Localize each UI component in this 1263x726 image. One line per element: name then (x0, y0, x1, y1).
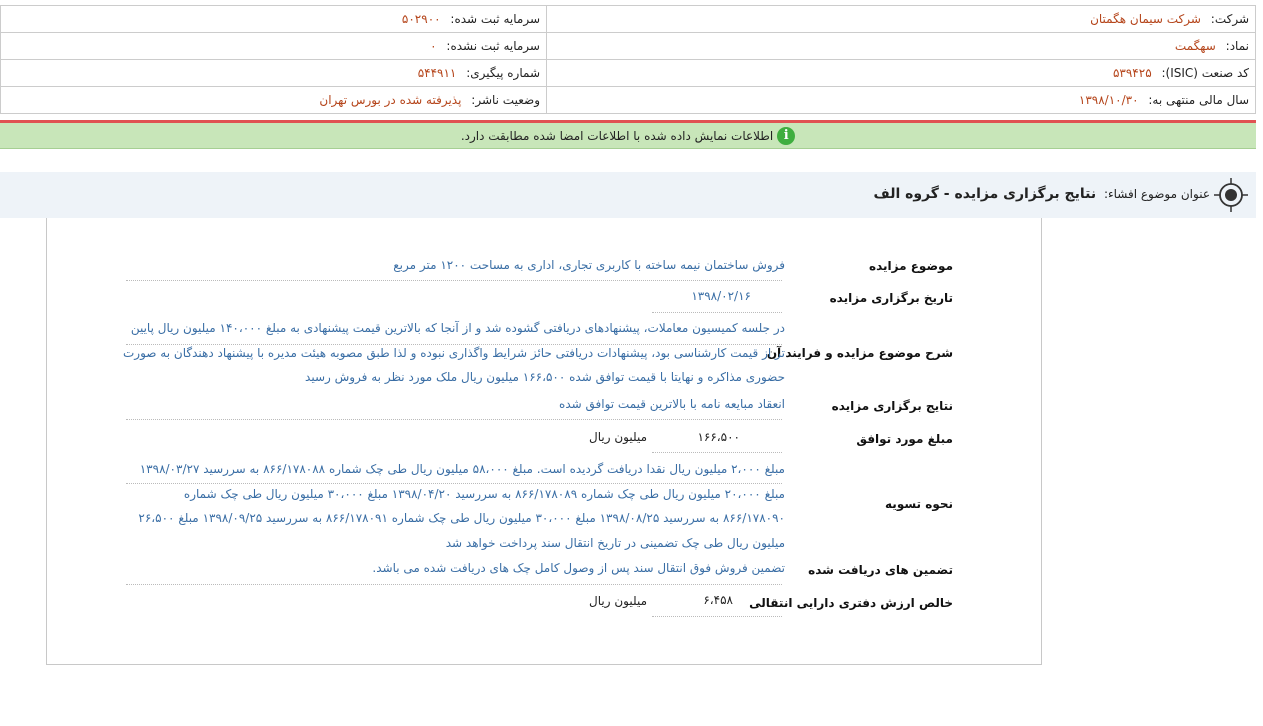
symbol-value[interactable]: سهگمت (1175, 39, 1216, 53)
info-row: کد صنعت (ISIC): ۵۳۹۴۲۵ شماره پیگیری: ۵۴۴… (0, 59, 1256, 87)
book-value: ۶،۴۵۸ (703, 593, 733, 607)
field-underline (126, 418, 782, 420)
symbol-label: نماد: (1225, 39, 1249, 53)
guarantee-label: تضمین های دریافت شده (808, 563, 953, 577)
info-row: شرکت: شرکت سیمان هگمتان سرمایه ثبت شده: … (0, 5, 1256, 33)
date-label: تاریخ برگزاری مزایده (829, 291, 953, 305)
guarantee-value: تضمین فروش فوق انتقال سند پس از وصول کام… (372, 561, 785, 575)
publisher-value: پذیرفته شده در بورس تهران (319, 93, 462, 107)
info-icon: i (777, 126, 796, 145)
unreg-capital-label: سرمایه ثبت نشده: (446, 39, 540, 53)
title-label: عنوان موضوع افشاء: (1103, 187, 1210, 201)
info-row: نماد: سهگمت سرمایه ثبت نشده: ۰ (0, 32, 1256, 60)
book-value-unit: میلیون ریال (589, 594, 647, 608)
settlement-value: مبلغ ۲،۰۰۰ میلیون ریال نقدا دریافت گردید… (138, 462, 785, 550)
settlement-label: نحوه تسویه (885, 497, 953, 511)
isic-label: کد صنعت (ISIC): (1161, 66, 1249, 80)
info-row: سال مالی منتهی به: ۱۳۹۸/۱۰/۳۰ وضعیت ناشر… (0, 86, 1256, 114)
subject-label: موضوع مزایده (869, 259, 953, 273)
company-value[interactable]: شرکت سیمان هگمتان (1090, 12, 1201, 26)
amount-unit: میلیون ریال (589, 430, 647, 444)
field-underline (652, 451, 782, 453)
reg-capital-value: ۵۰۲۹۰۰ (401, 12, 441, 26)
company-info-table: شرکت: شرکت سیمان هگمتان سرمایه ثبت شده: … (0, 5, 1256, 114)
target-icon (1214, 178, 1248, 212)
publisher-label: وضعیت ناشر: (471, 93, 540, 107)
desc-label: شرح موضوع مزایده و فرایند آن (766, 346, 953, 360)
isic-cell: کد صنعت (ISIC): ۵۳۹۴۲۵ (546, 59, 1256, 87)
field-underline (652, 311, 782, 313)
unreg-capital-value: ۰ (430, 39, 437, 53)
company-cell: شرکت: شرکت سیمان هگمتان (546, 5, 1256, 33)
result-value: انعقاد مبایعه نامه با بالاترین قیمت تواف… (559, 397, 785, 411)
company-label: شرکت: (1210, 12, 1249, 26)
reg-capital-label: سرمایه ثبت شده: (450, 12, 540, 26)
signature-notice-bar: i اطلاعات نمایش داده شده با اطلاعات امضا… (0, 123, 1256, 149)
tracking-value: ۵۴۴۹۱۱ (417, 66, 457, 80)
field-underline (652, 615, 782, 617)
field-underline (126, 482, 782, 484)
amount-value: ۱۶۶،۵۰۰ (697, 430, 740, 444)
fiscal-value: ۱۳۹۸/۱۰/۳۰ (1078, 93, 1139, 107)
desc-value: در جلسه کمیسیون معاملات، پیشنهادهای دریا… (123, 321, 785, 384)
amount-label: مبلغ مورد توافق (856, 432, 953, 446)
date-value: ۱۳۹۸/۰۲/۱۶ (691, 289, 751, 303)
field-underline (126, 343, 782, 345)
symbol-cell: نماد: سهگمت (546, 32, 1256, 60)
title-value: نتایج برگزاری مزایده - گروه الف (873, 186, 1097, 202)
subject-value: فروش ساختمان نیمه ساخته با کاربری تجاری،… (393, 258, 785, 272)
title-bar: عنوان موضوع افشاء: نتایج برگزاری مزایده … (0, 172, 1256, 218)
page-title: عنوان موضوع افشاء: نتایج برگزاری مزایده … (874, 186, 1210, 202)
book-value-label: خالص ارزش دفتری دارایی انتقالی (749, 596, 953, 610)
notice-text: اطلاعات نمایش داده شده با اطلاعات امضا ش… (460, 128, 774, 143)
field-underline (126, 279, 782, 281)
publisher-cell: وضعیت ناشر: پذیرفته شده در بورس تهران (0, 86, 547, 114)
fiscal-cell: سال مالی منتهی به: ۱۳۹۸/۱۰/۳۰ (546, 86, 1256, 114)
tracking-cell: شماره پیگیری: ۵۴۴۹۱۱ (0, 59, 547, 87)
fiscal-label: سال مالی منتهی به: (1148, 93, 1249, 107)
tracking-label: شماره پیگیری: (466, 66, 540, 80)
result-label: نتایج برگزاری مزایده (831, 399, 953, 413)
reg-capital-cell: سرمایه ثبت شده: ۵۰۲۹۰۰ (0, 5, 547, 33)
field-underline (126, 583, 782, 585)
unreg-capital-cell: سرمایه ثبت نشده: ۰ (0, 32, 547, 60)
isic-value: ۵۳۹۴۲۵ (1112, 66, 1152, 80)
